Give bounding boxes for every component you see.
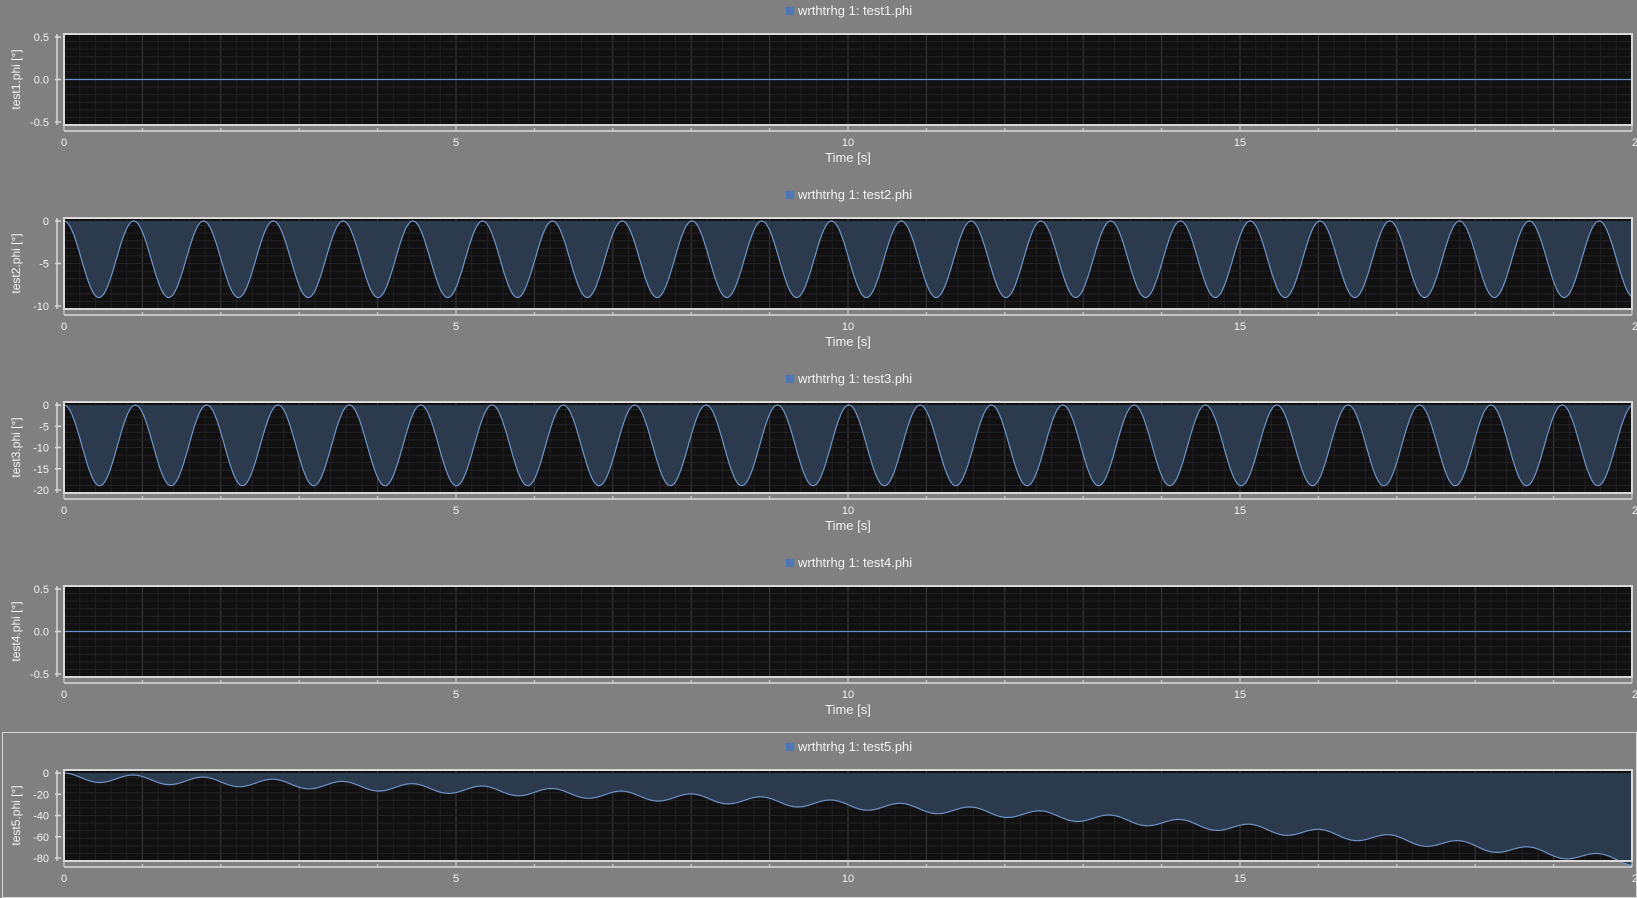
y-tick-label: 0 bbox=[43, 400, 49, 412]
y-tick-label: -40 bbox=[33, 811, 49, 823]
y-axis-label: test4.phi [°] bbox=[9, 601, 23, 661]
x-tick-label: 10 bbox=[842, 321, 854, 333]
x-tick-label: 0 bbox=[61, 689, 67, 701]
y-tick-label: -0.5 bbox=[30, 117, 49, 129]
y-tick-label: -10 bbox=[33, 301, 49, 313]
x-tick-label: 20 bbox=[1632, 321, 1637, 333]
x-tick-label: 0 bbox=[61, 137, 67, 149]
y-tick-label: -0.5 bbox=[30, 669, 49, 681]
y-tick-label: -10 bbox=[33, 443, 49, 455]
y-tick-label: -5 bbox=[39, 421, 49, 433]
y-tick-label: 0.5 bbox=[34, 584, 49, 596]
legend-label: wrthtrhg 1: test3.phi bbox=[797, 371, 912, 386]
y-axis-label: test5.phi [°] bbox=[9, 785, 23, 845]
y-tick-label: -5 bbox=[39, 259, 49, 271]
x-tick-label: 0 bbox=[61, 321, 67, 333]
y-tick-label: 0.0 bbox=[34, 627, 49, 639]
y-tick-label: 0 bbox=[43, 768, 49, 780]
x-tick-label: 20 bbox=[1632, 873, 1637, 885]
x-tick-label: 5 bbox=[453, 689, 459, 701]
legend-label: wrthtrhg 1: test5.phi bbox=[797, 739, 912, 754]
y-axis-label: test1.phi [°] bbox=[9, 49, 23, 109]
x-axis-label: Time [s] bbox=[825, 150, 871, 165]
legend-marker bbox=[786, 375, 794, 383]
chart-panel-4[interactable]: wrthtrhg 1: test4.phi 0.5 0.0 -0.5 test4.phi… bbox=[9, 555, 1637, 717]
chart-panel-5[interactable]: wrthtrhg 1: test5.phi 0 -20 -40 -60 -80 test5.… bbox=[9, 739, 1637, 885]
y-axis-label: test2.phi [°] bbox=[9, 233, 23, 293]
x-tick-label: 10 bbox=[842, 505, 854, 517]
x-tick-label: 15 bbox=[1234, 689, 1246, 701]
y-tick-label: 0 bbox=[43, 216, 49, 228]
x-tick-label: 20 bbox=[1632, 689, 1637, 701]
legend-label: wrthtrhg 1: test4.phi bbox=[797, 555, 912, 570]
x-tick-label: 15 bbox=[1234, 321, 1246, 333]
x-tick-label: 5 bbox=[453, 505, 459, 517]
y-tick-label: -60 bbox=[33, 832, 49, 844]
x-tick-label: 5 bbox=[453, 873, 459, 885]
x-tick-label: 10 bbox=[842, 689, 854, 701]
x-tick-label: 20 bbox=[1632, 137, 1637, 149]
charts-canvas: wrthtrhg 1: test1.phi 0.5 0.0 -0.5 test1.phi… bbox=[9, 3, 1637, 885]
y-tick-label: -80 bbox=[33, 853, 49, 865]
legend-label: wrthtrhg 1: test2.phi bbox=[797, 187, 912, 202]
x-axis-label: Time [s] bbox=[825, 702, 871, 717]
chart-panel-2[interactable]: wrthtrhg 1: test2.phi 0 -5 -10 test2.phi [°]… bbox=[9, 187, 1637, 349]
x-tick-label: 10 bbox=[842, 873, 854, 885]
x-tick-label: 5 bbox=[453, 137, 459, 149]
x-tick-label: 10 bbox=[842, 137, 854, 149]
legend-marker bbox=[786, 743, 794, 751]
x-tick-label: 0 bbox=[61, 873, 67, 885]
y-tick-label: -20 bbox=[33, 485, 49, 497]
x-tick-label: 15 bbox=[1234, 137, 1246, 149]
x-tick-label: 0 bbox=[61, 505, 67, 517]
y-tick-label: -15 bbox=[33, 464, 49, 476]
legend-label: wrthtrhg 1: test1.phi bbox=[797, 3, 912, 18]
legend-marker bbox=[786, 559, 794, 567]
y-tick-label: 0.0 bbox=[34, 75, 49, 87]
legend-marker bbox=[786, 191, 794, 199]
x-axis-label: Time [s] bbox=[825, 518, 871, 533]
y-tick-label: 0.5 bbox=[34, 32, 49, 44]
x-tick-label: 15 bbox=[1234, 505, 1246, 517]
x-tick-label: 5 bbox=[453, 321, 459, 333]
x-tick-label: 20 bbox=[1632, 505, 1637, 517]
chart-panel-1[interactable]: wrthtrhg 1: test1.phi 0.5 0.0 -0.5 test1.phi… bbox=[9, 3, 1637, 165]
y-tick-label: -20 bbox=[33, 789, 49, 801]
chart-panel-3[interactable]: wrthtrhg 1: test3.phi 0 -5 -10 -15 -20 test3.p… bbox=[9, 371, 1637, 533]
legend-marker bbox=[786, 7, 794, 15]
x-tick-label: 15 bbox=[1234, 873, 1246, 885]
x-axis-label: Time [s] bbox=[825, 334, 871, 349]
y-axis-label: test3.phi [°] bbox=[9, 417, 23, 477]
